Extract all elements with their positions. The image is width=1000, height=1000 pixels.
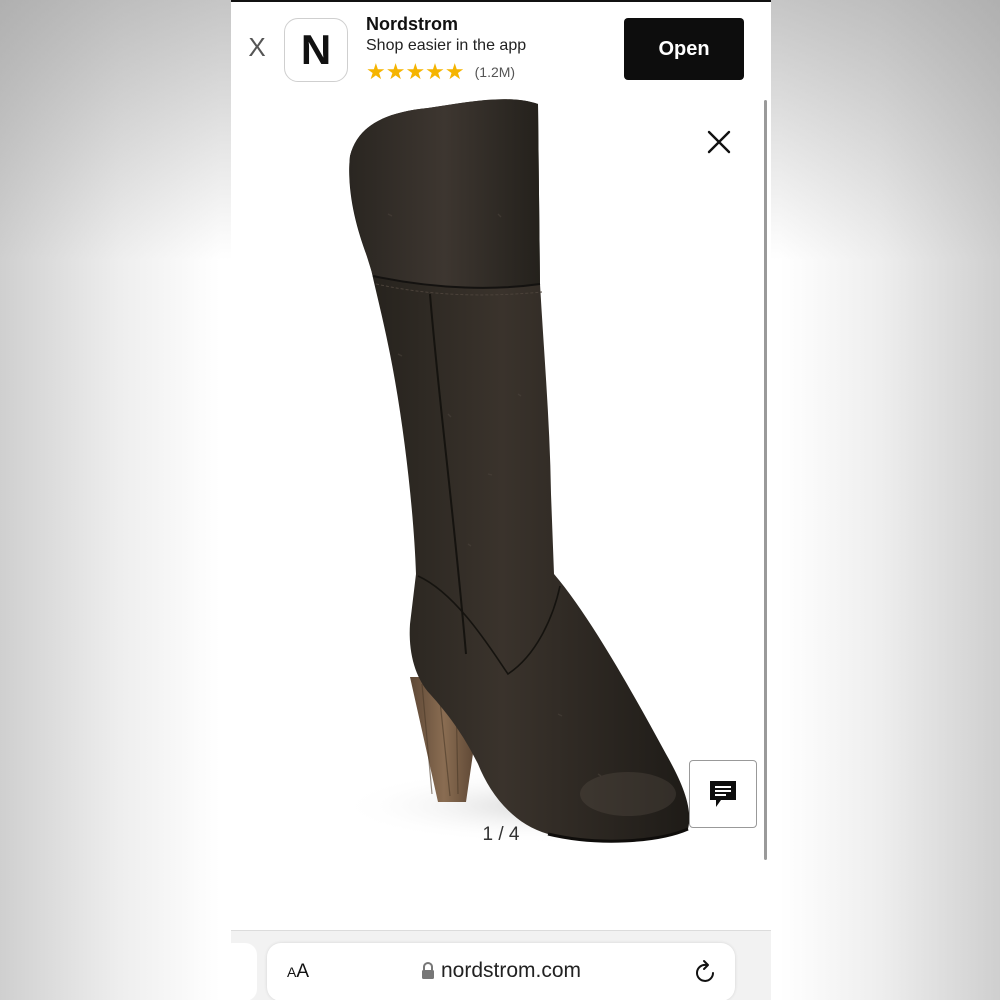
- app-tagline: Shop easier in the app: [366, 37, 527, 54]
- lock-icon: [421, 962, 434, 980]
- product-image-viewer[interactable]: 1 / 4: [231, 94, 771, 930]
- boot-cuff: [349, 99, 540, 288]
- phone-screen: X N Nordstrom Shop easier in the app ★★★…: [231, 0, 771, 1000]
- product-photo-boot[interactable]: [298, 94, 748, 850]
- smart-app-banner: X N Nordstrom Shop easier in the app ★★★…: [231, 0, 771, 96]
- close-icon[interactable]: [705, 128, 733, 156]
- rating-count: (1.2M): [474, 64, 516, 80]
- chat-icon: [710, 781, 736, 807]
- app-name: Nordstrom: [366, 14, 459, 34]
- app-icon[interactable]: N: [284, 18, 348, 82]
- previous-tab-edge[interactable]: [231, 943, 257, 1000]
- scrollbar[interactable]: [764, 100, 767, 860]
- reload-icon[interactable]: [693, 959, 717, 985]
- open-app-button[interactable]: Open: [624, 18, 744, 80]
- address-bar[interactable]: AA nordstrom.com: [267, 943, 735, 1000]
- chat-button[interactable]: [689, 760, 757, 828]
- url-text: nordstrom.com: [440, 959, 582, 982]
- star-rating-icons: ★★★★★: [366, 59, 465, 84]
- url-display[interactable]: nordstrom.com: [267, 959, 735, 983]
- banner-close-button[interactable]: X: [245, 32, 269, 62]
- app-rating: ★★★★★ (1.2M): [366, 61, 515, 83]
- browser-toolbar: AA nordstrom.com: [231, 930, 771, 1000]
